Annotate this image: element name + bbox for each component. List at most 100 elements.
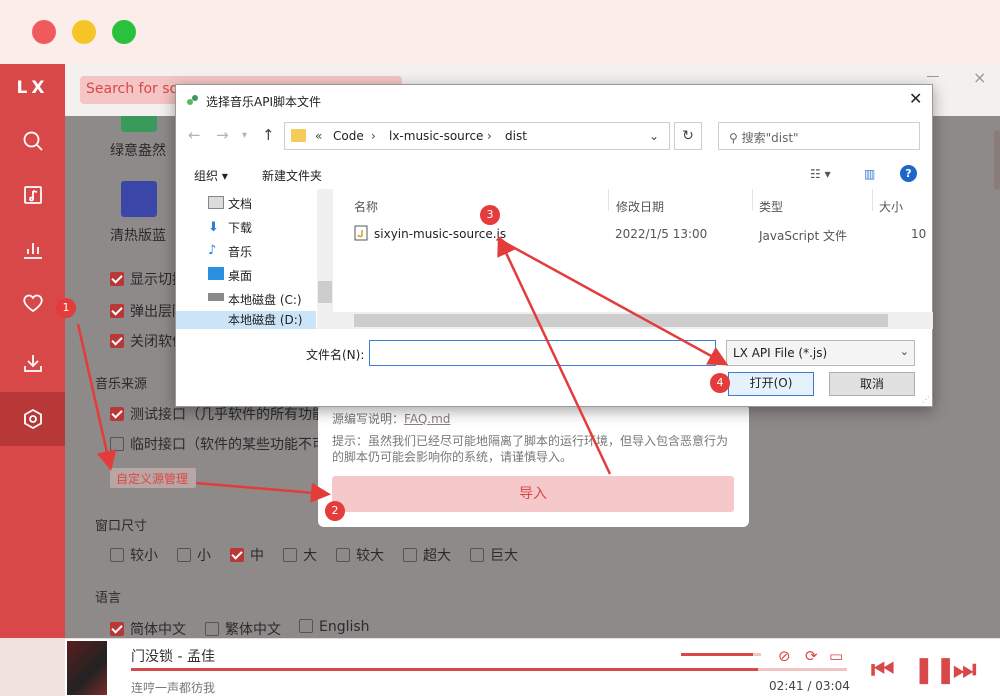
tree-scroll-thumb[interactable]	[318, 281, 332, 303]
language-option[interactable]: 简体中文	[110, 619, 186, 638]
tree-item[interactable]: 本地磁盘 (C:)	[228, 291, 302, 308]
column-divider[interactable]	[872, 189, 873, 211]
column-header-size[interactable]: 大小	[879, 198, 903, 215]
forward-arrow-icon[interactable]: →	[216, 126, 229, 144]
nav-song-list[interactable]	[0, 168, 65, 222]
column-header-type[interactable]: 类型	[759, 198, 783, 215]
window-titlebar	[0, 0, 1000, 64]
checkbox[interactable]	[110, 437, 124, 451]
theme-swatch-green[interactable]	[121, 116, 157, 132]
open-button[interactable]: 打开(O)	[728, 372, 814, 396]
progress-bar[interactable]	[131, 668, 847, 671]
tree-item[interactable]: 桌面	[228, 267, 252, 284]
breadcrumb-item[interactable]: Code	[333, 129, 364, 143]
size-option[interactable]: 较小	[110, 545, 158, 565]
source-option[interactable]: 测试接口（几乎软件的所有功能	[110, 404, 326, 424]
column-divider[interactable]	[608, 189, 609, 211]
size-option[interactable]: 中	[230, 545, 264, 565]
checkbox[interactable]	[110, 304, 124, 318]
chevron-right-icon[interactable]: ›	[371, 129, 376, 143]
back-arrow-icon[interactable]: ←	[188, 126, 201, 144]
breadcrumb-item[interactable]: lx-music-source	[389, 129, 483, 143]
search-icon: ⚲	[729, 131, 742, 145]
album-cover[interactable]	[67, 641, 107, 695]
refresh-icon[interactable]: ↻	[674, 122, 702, 150]
cancel-button[interactable]: 取消	[829, 372, 915, 396]
path-overflow[interactable]: «	[315, 129, 322, 143]
close-icon[interactable]: ✕	[909, 89, 922, 108]
up-arrow-icon[interactable]: ↑	[262, 126, 275, 144]
view-mode-icon[interactable]: ☷ ▾	[810, 167, 831, 181]
checkbox[interactable]	[470, 548, 484, 562]
size-option[interactable]: 小	[177, 545, 211, 565]
close-window-button[interactable]	[32, 20, 56, 44]
checkbox[interactable]	[403, 548, 417, 562]
chevron-down-icon[interactable]: ▾	[242, 130, 247, 141]
theme-swatch-blue[interactable]	[121, 181, 157, 217]
column-header-name[interactable]: 名称	[354, 198, 378, 215]
close-icon[interactable]: ×	[973, 68, 986, 87]
theme-label: 绿意盎然	[110, 143, 166, 159]
nav-settings[interactable]	[0, 392, 65, 446]
address-bar[interactable]: « Code › lx-music-source › dist ⌄	[284, 122, 670, 150]
horizontal-scroll-thumb[interactable]	[354, 314, 888, 327]
tree-item[interactable]: 下载	[228, 219, 252, 236]
previous-icon[interactable]: ⏮	[871, 655, 894, 686]
size-option[interactable]: 较大	[336, 545, 384, 565]
chevron-down-icon[interactable]: ⌄	[649, 129, 659, 143]
maximize-window-button[interactable]	[112, 20, 136, 44]
breadcrumb-item[interactable]: dist	[505, 129, 527, 143]
custom-source-button[interactable]: 自定义源管理	[110, 468, 196, 488]
column-header-date[interactable]: 修改日期	[616, 198, 664, 215]
nav-favorites[interactable]	[0, 276, 65, 330]
pause-icon[interactable]: ❚❚	[913, 655, 957, 685]
size-option[interactable]: 巨大	[470, 545, 518, 565]
tree-scrollbar[interactable]	[317, 189, 333, 329]
minimize-icon[interactable]	[927, 76, 939, 77]
resize-grip[interactable]: ⋰	[922, 395, 930, 404]
tree-item[interactable]: 文档	[228, 195, 252, 212]
preview-pane-icon[interactable]: ▥	[864, 167, 875, 181]
nav-search[interactable]	[0, 114, 65, 168]
help-icon[interactable]: ?	[900, 165, 917, 182]
scrollbar[interactable]	[994, 130, 1000, 190]
faq-link[interactable]: FAQ.md	[404, 412, 450, 426]
filename-input[interactable]	[369, 340, 716, 366]
checkbox[interactable]	[230, 548, 244, 562]
next-icon[interactable]: ⏭	[953, 655, 976, 686]
desktop-lyric-icon[interactable]: ⊘	[778, 647, 791, 665]
checkbox[interactable]	[336, 548, 350, 562]
volume-slider[interactable]	[681, 653, 761, 656]
new-folder-button[interactable]: 新建文件夹	[262, 167, 322, 184]
size-option[interactable]: 超大	[403, 545, 451, 565]
language-option[interactable]: English	[299, 619, 370, 635]
source-option[interactable]: 临时接口（软件的某些功能不可	[110, 434, 326, 454]
repeat-icon[interactable]: ⟳	[805, 647, 818, 665]
nav-download[interactable]	[0, 336, 65, 390]
checkbox[interactable]	[283, 548, 297, 562]
organize-menu[interactable]: 组织 ▾	[194, 167, 228, 184]
checkbox[interactable]	[110, 272, 124, 286]
file-list-item[interactable]: sixyin-music-source.js	[374, 227, 506, 241]
file-type-filter[interactable]: LX API File (*.js) ⌄	[726, 340, 915, 366]
column-divider[interactable]	[752, 189, 753, 211]
checkbox[interactable]	[110, 334, 124, 348]
music-list-icon	[23, 186, 42, 204]
comment-icon[interactable]: ▭	[829, 647, 843, 665]
checkbox[interactable]	[110, 407, 124, 421]
checkbox[interactable]	[110, 622, 124, 636]
dialog-search-input[interactable]: ⚲ 搜索"dist"	[718, 122, 920, 150]
import-button[interactable]: 导入	[332, 476, 734, 512]
checkbox[interactable]	[177, 548, 191, 562]
language-option[interactable]: 繁体中文	[205, 619, 281, 638]
tree-item-selected[interactable]: 本地磁盘 (D:)	[176, 311, 316, 329]
minimize-window-button[interactable]	[72, 20, 96, 44]
nav-leaderboard[interactable]	[0, 222, 65, 276]
checkbox[interactable]	[110, 548, 124, 562]
size-option[interactable]: 大	[283, 545, 317, 565]
chevron-right-icon[interactable]: ›	[487, 129, 492, 143]
tree-item[interactable]: 音乐	[228, 243, 252, 260]
checkbox[interactable]	[205, 622, 219, 636]
checkbox[interactable]	[299, 619, 313, 633]
step-badge: 4	[710, 373, 730, 393]
